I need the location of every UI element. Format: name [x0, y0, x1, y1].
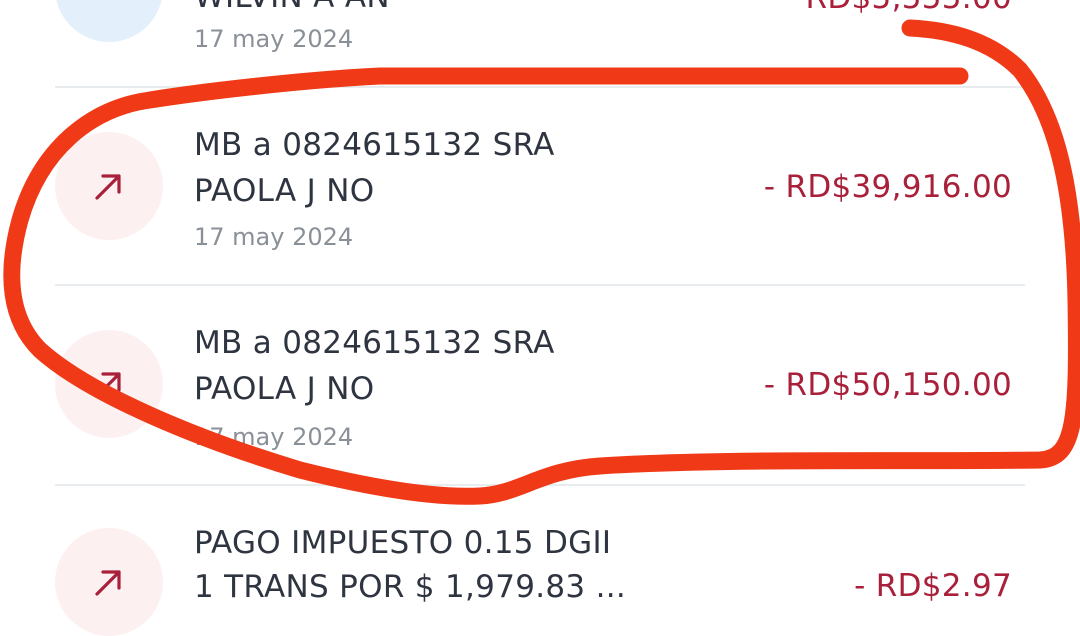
transaction-title-line2: PAOLA J NO: [194, 173, 375, 209]
transaction-list: WILVIN A AN 17 may 2024 RD$5,555.00 MB a…: [0, 0, 1080, 636]
transaction-amount: RD$5,555.00: [806, 0, 1012, 18]
transaction-amount: - RD$50,150.00: [763, 367, 1012, 403]
arrow-up-right-icon: [95, 570, 121, 596]
transaction-icon: [55, 528, 163, 636]
transaction-icon: [55, 330, 163, 438]
arrow-up-right-icon: [95, 372, 121, 398]
transaction-title-line1: MB a 0824615132 SRA: [194, 325, 555, 361]
transaction-row[interactable]: MB a 0824615132 SRA PAOLA J NO 17 may 20…: [0, 286, 1080, 482]
transaction-row[interactable]: MB a 0824615132 SRA PAOLA J NO 17 may 20…: [0, 88, 1080, 284]
transaction-date: 17 may 2024: [194, 25, 354, 53]
transaction-title: WILVIN A AN: [194, 0, 714, 20]
transaction-icon: [55, 132, 163, 240]
transaction-date: 17 may 2024: [194, 423, 354, 451]
transaction-title-line1: MB a 0824615132 SRA: [194, 127, 555, 163]
arrow-down-left-icon: [87, 0, 131, 10]
transaction-title-line2: 1 TRANS POR $ 1,979.83 ...: [194, 569, 627, 605]
transaction-row[interactable]: PAGO IMPUESTO 0.15 DGII 1 TRANS POR $ 1,…: [0, 486, 1080, 636]
arrow-up-right-icon: [95, 174, 121, 200]
transaction-title-line2: PAOLA J NO: [194, 371, 375, 407]
transaction-icon: [55, 0, 163, 42]
transaction-amount: - RD$2.97: [854, 568, 1012, 604]
transaction-date: 17 may 2024: [194, 223, 354, 251]
transaction-title-line1: PAGO IMPUESTO 0.15 DGII: [194, 525, 612, 561]
transaction-row[interactable]: WILVIN A AN 17 may 2024 RD$5,555.00: [0, 0, 1080, 86]
transaction-amount: - RD$39,916.00: [763, 169, 1012, 205]
